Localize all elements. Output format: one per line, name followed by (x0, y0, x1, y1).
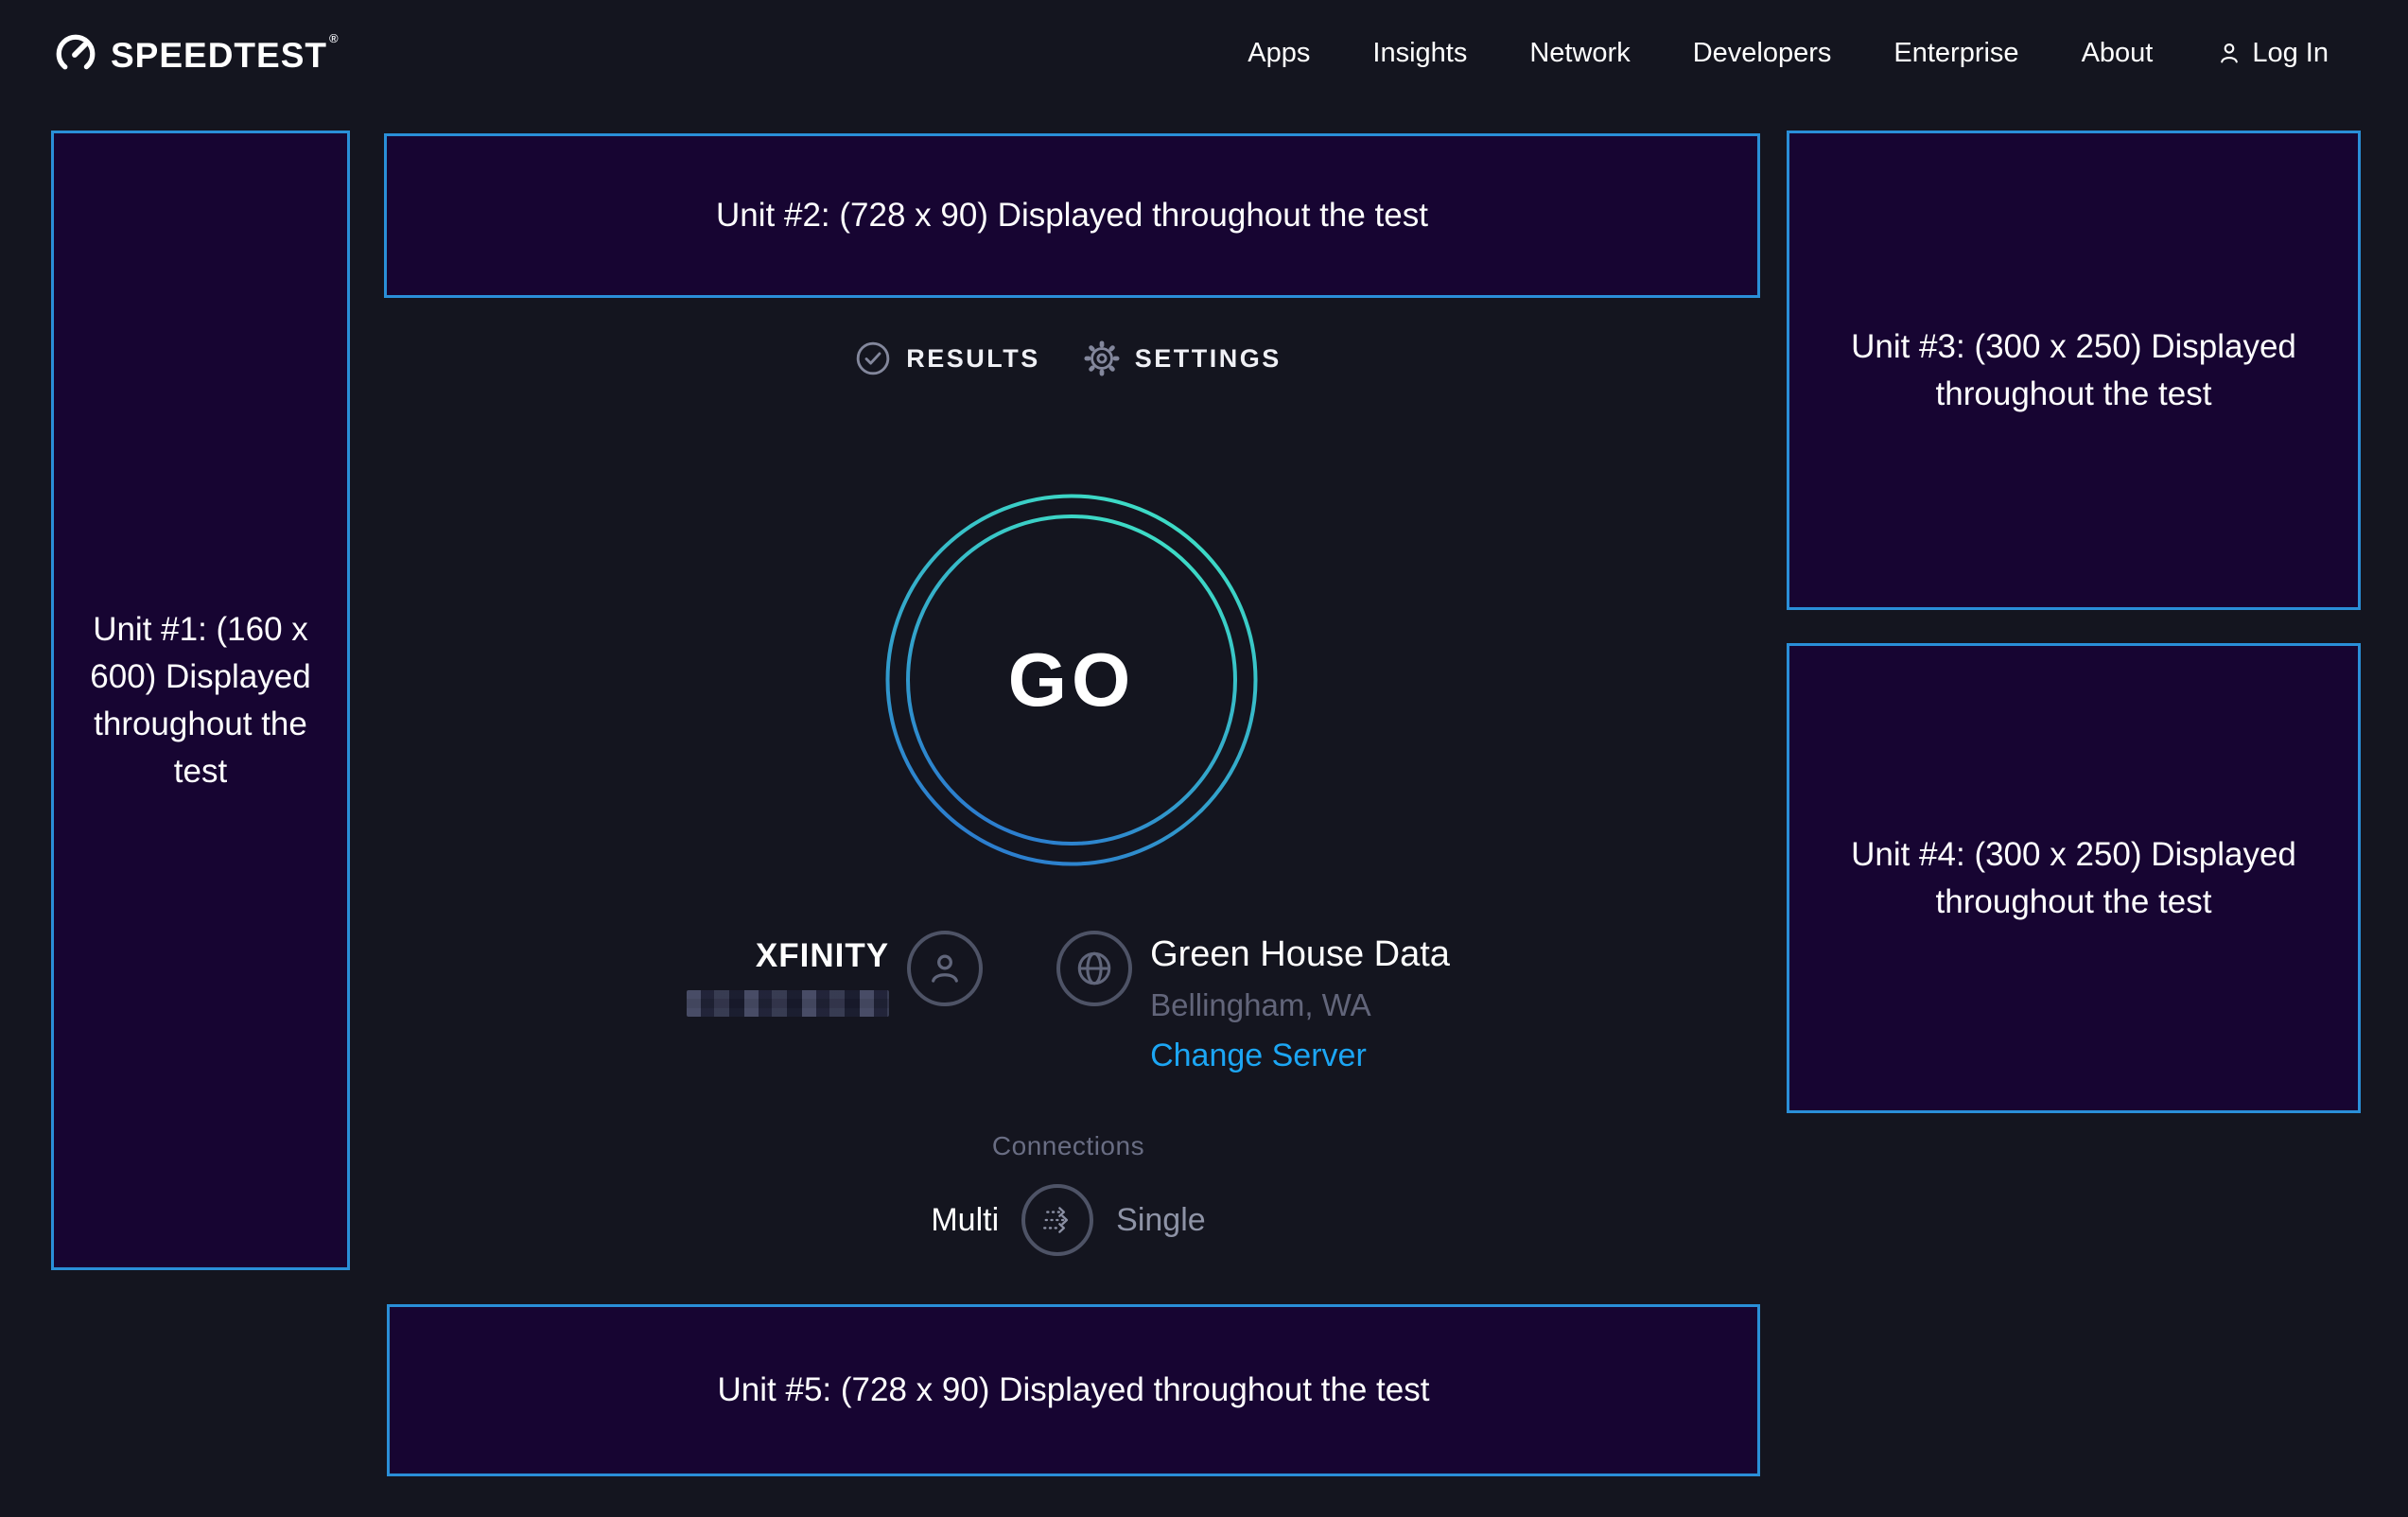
gauge-icon (54, 32, 97, 76)
ad-unit-4[interactable]: Unit #4: (300 x 250) Displayed throughou… (1787, 643, 2361, 1113)
tab-results[interactable]: RESULTS (855, 340, 1040, 376)
connections-label: Connections (350, 1131, 1787, 1161)
ad-unit-3-text: Unit #3: (300 x 250) Displayed throughou… (1847, 323, 2301, 418)
gear-icon (1084, 340, 1120, 376)
tabs-row: RESULTS SETTINGS (350, 340, 1787, 376)
nav-item-developers[interactable]: Developers (1693, 38, 1832, 69)
ad-unit-2[interactable]: Unit #2: (728 x 90) Displayed throughout… (384, 133, 1760, 298)
ad-unit-5[interactable]: Unit #5: (728 x 90) Displayed throughout… (387, 1304, 1760, 1476)
nav-item-about[interactable]: About (2082, 38, 2154, 69)
globe-icon (1073, 947, 1116, 990)
ad-unit-2-text: Unit #2: (728 x 90) Displayed throughout… (716, 192, 1428, 239)
redacted-ip-blur (687, 990, 889, 1017)
isp-name: XFINITY (687, 937, 889, 975)
nav-item-insights[interactable]: Insights (1372, 38, 1467, 69)
tab-settings[interactable]: SETTINGS (1084, 340, 1282, 376)
ad-unit-4-text: Unit #4: (300 x 250) Displayed throughou… (1847, 831, 2301, 926)
nav-item-network[interactable]: Network (1529, 38, 1630, 69)
trademark-symbol: ® (329, 31, 340, 45)
results-label: RESULTS (906, 344, 1040, 374)
settings-label: SETTINGS (1135, 344, 1282, 374)
go-label: GO (885, 494, 1258, 866)
ad-unit-1-text: Unit #1: (160 x 600) Displayed throughou… (82, 606, 319, 795)
logo-wordmark: SPEEDTEST® (111, 30, 338, 73)
server-location: Bellingham, WA (1150, 987, 1450, 1023)
server-info: Green House Data Bellingham, WA Change S… (1150, 931, 1450, 1074)
connections-section: Connections Multi Single (350, 1131, 1787, 1256)
nav-item-enterprise[interactable]: Enterprise (1893, 38, 2018, 69)
multi-arrows-icon (1036, 1198, 1079, 1242)
speedtest-page: SPEEDTEST® Apps Insights Network Develop… (0, 0, 2408, 1517)
user-icon (923, 947, 967, 990)
connections-toggle-row: Multi Single (931, 1184, 1205, 1256)
change-server-link[interactable]: Change Server (1150, 1037, 1450, 1074)
ad-unit-1[interactable]: Unit #1: (160 x 600) Displayed throughou… (51, 131, 350, 1270)
host-info-row: XFINITY Green House Data Bellingham, WA … (350, 931, 1787, 1074)
connection-mode-toggle[interactable] (1021, 1184, 1093, 1256)
go-button[interactable]: GO (885, 494, 1258, 866)
server-globe[interactable] (1056, 931, 1132, 1006)
ad-unit-3[interactable]: Unit #3: (300 x 250) Displayed throughou… (1787, 131, 2361, 610)
nav-item-apps[interactable]: Apps (1248, 38, 1310, 69)
server-name: Green House Data (1150, 934, 1450, 975)
user-icon (2215, 39, 2243, 67)
top-nav-bar: SPEEDTEST® Apps Insights Network Develop… (0, 0, 2408, 106)
multi-option[interactable]: Multi (931, 1202, 999, 1239)
login-label: Log In (2252, 38, 2329, 69)
ad-unit-5-text: Unit #5: (728 x 90) Displayed throughout… (718, 1367, 1430, 1414)
check-circle-icon (855, 340, 891, 376)
login-button[interactable]: Log In (2215, 38, 2329, 69)
single-option[interactable]: Single (1116, 1202, 1206, 1239)
isp-info: XFINITY (687, 931, 889, 1017)
nav-links: Apps Insights Network Developers Enterpr… (1248, 38, 2329, 69)
isp-avatar[interactable] (907, 931, 983, 1006)
speedtest-logo[interactable]: SPEEDTEST® (54, 30, 338, 76)
